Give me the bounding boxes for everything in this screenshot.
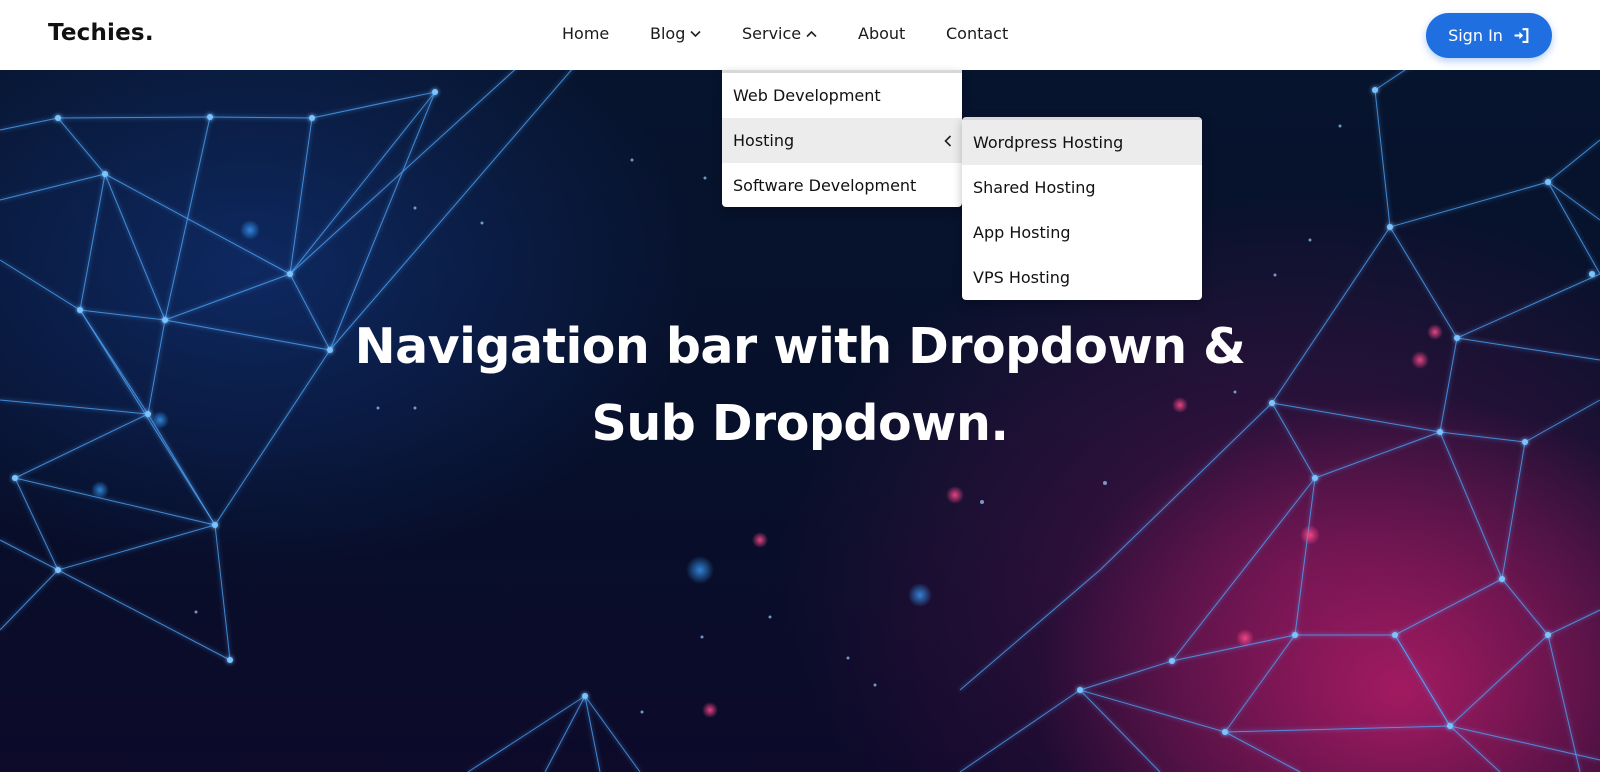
chevron-down-icon bbox=[690, 30, 701, 37]
service-dropdown: Web Development Hosting Software Develop… bbox=[722, 70, 962, 207]
nav-contact-label: Contact bbox=[946, 24, 1009, 43]
nav-home[interactable]: Home bbox=[562, 24, 609, 43]
dropdown-item-web-development[interactable]: Web Development bbox=[722, 73, 962, 118]
hero-title: Navigation bar with Dropdown & Sub Dropd… bbox=[0, 308, 1600, 462]
sign-in-icon bbox=[1514, 28, 1529, 43]
nav-about-label: About bbox=[858, 24, 906, 43]
subdropdown-item-shared-hosting[interactable]: Shared Hosting bbox=[962, 165, 1202, 210]
sign-in-button[interactable]: Sign In bbox=[1426, 13, 1552, 58]
nav-blog[interactable]: Blog bbox=[650, 24, 701, 43]
nav-blog-label: Blog bbox=[650, 24, 686, 43]
nav-home-label: Home bbox=[562, 24, 610, 43]
dropdown-item-hosting[interactable]: Hosting bbox=[722, 118, 962, 163]
hero-title-line2: Sub Dropdown. bbox=[591, 395, 1009, 452]
chevron-up-icon bbox=[806, 30, 817, 37]
hosting-subdropdown: Wordpress Hosting Shared Hosting App Hos… bbox=[962, 117, 1202, 300]
nav-about[interactable]: About bbox=[858, 24, 905, 43]
nav-links: Home Blog Service About Contact bbox=[0, 0, 1600, 70]
sign-in-label: Sign In bbox=[1448, 26, 1503, 45]
nav-contact[interactable]: Contact bbox=[946, 24, 1008, 43]
dropdown-item-label: Software Development bbox=[733, 176, 917, 195]
subdropdown-item-label: App Hosting bbox=[973, 223, 1071, 242]
subdropdown-item-label: Shared Hosting bbox=[973, 178, 1096, 197]
nav-service[interactable]: Service bbox=[742, 24, 817, 43]
hero-title-line1: Navigation bar with Dropdown & bbox=[354, 318, 1246, 375]
subdropdown-item-label: Wordpress Hosting bbox=[973, 133, 1124, 152]
subdropdown-item-vps-hosting[interactable]: VPS Hosting bbox=[962, 255, 1202, 300]
dropdown-item-label: Web Development bbox=[733, 86, 881, 105]
dropdown-item-label: Hosting bbox=[733, 131, 795, 150]
chevron-left-icon bbox=[944, 134, 952, 147]
subdropdown-item-app-hosting[interactable]: App Hosting bbox=[962, 210, 1202, 255]
subdropdown-item-label: VPS Hosting bbox=[973, 268, 1071, 287]
dropdown-item-software-development[interactable]: Software Development bbox=[722, 163, 962, 208]
navbar: Techies. Home Blog Service About Contact… bbox=[0, 0, 1600, 70]
nav-service-label: Service bbox=[742, 24, 802, 43]
subdropdown-item-wordpress-hosting[interactable]: Wordpress Hosting bbox=[962, 120, 1202, 165]
